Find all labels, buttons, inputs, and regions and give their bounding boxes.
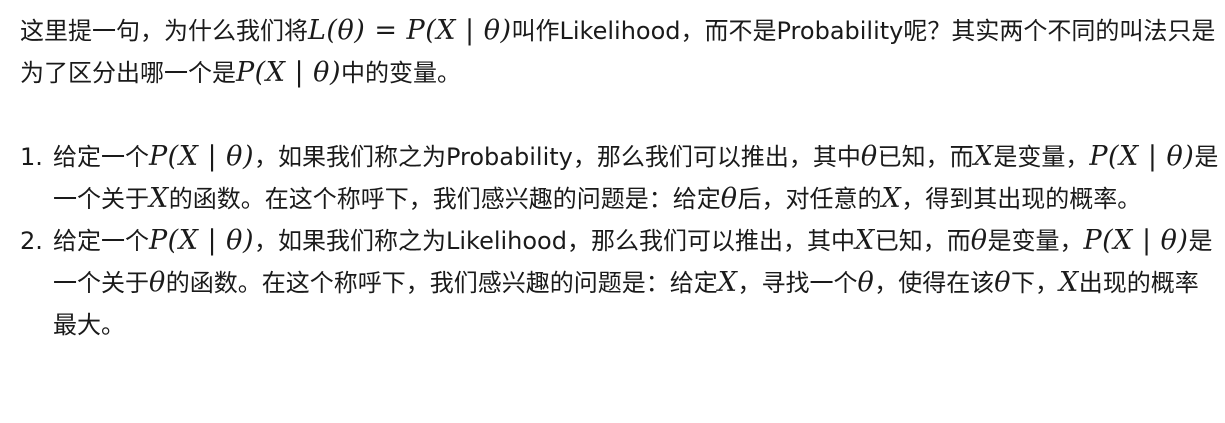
item-text: 已知，而 xyxy=(874,227,971,255)
math-theta: θ xyxy=(857,267,875,298)
list-item-probability: 1. 给定一个P(X | θ)，如果我们称之为Probability，那么我们可以… xyxy=(20,136,1220,220)
item-text: 后，对任意的 xyxy=(737,185,882,213)
item-text: 是变量， xyxy=(987,227,1084,255)
list-item-likelihood: 2. 给定一个P(X | θ)，如果我们称之为Likelihood，那么我们可以推… xyxy=(20,220,1220,346)
article-body: 这里提一句，为什么我们将L(θ) = P(X | θ)叫作Likelihood，… xyxy=(20,10,1220,346)
item-text: ，寻找一个 xyxy=(737,269,858,297)
intro-text-3: 中的变量。 xyxy=(340,59,461,87)
math-theta: θ xyxy=(994,267,1012,298)
intro-paragraph: 这里提一句，为什么我们将L(θ) = P(X | θ)叫作Likelihood，… xyxy=(20,10,1220,94)
math-x: X xyxy=(881,183,902,214)
item-text: 的函数。在这个称呼下，我们感兴趣的问题是：给定 xyxy=(168,185,721,213)
item-text: ，使得在该 xyxy=(874,269,995,297)
math-theta: θ xyxy=(860,141,878,172)
math-x: X xyxy=(717,267,738,298)
item-text: 已知，而 xyxy=(877,143,974,171)
item-text: 给定一个 xyxy=(53,227,149,255)
conditional-probability-expr: P(X | θ) xyxy=(236,57,341,88)
math-x: X xyxy=(854,225,875,256)
math-x: X xyxy=(1059,267,1079,298)
intro-text-1: 这里提一句，为什么我们将 xyxy=(20,17,308,45)
math-x: X xyxy=(149,183,169,214)
item-text: 下， xyxy=(1011,269,1060,297)
item-text: ，如果我们称之为Probability，那么我们可以推出，其中 xyxy=(253,143,861,171)
item-text: 是变量， xyxy=(993,143,1090,171)
math-theta: θ xyxy=(720,183,738,214)
item-text: ，得到其出现的概率。 xyxy=(901,185,1142,213)
math-expr: P(X | θ) xyxy=(1083,225,1189,256)
likelihood-equation: L(θ) = P(X | θ) xyxy=(308,15,512,46)
math-expr: P(X | θ) xyxy=(149,141,254,172)
math-theta: θ xyxy=(970,225,988,256)
math-expr: P(X | θ) xyxy=(1089,141,1195,172)
ordered-list: 1. 给定一个P(X | θ)，如果我们称之为Probability，那么我们可以… xyxy=(20,136,1220,346)
math-theta: θ xyxy=(149,267,166,298)
list-number: 2. xyxy=(20,227,43,255)
item-text: 的函数。在这个称呼下，我们感兴趣的问题是：给定 xyxy=(165,269,718,297)
math-x: X xyxy=(973,141,994,172)
item-text: 给定一个 xyxy=(53,143,149,171)
list-number: 1. xyxy=(20,143,43,171)
item-text: ，如果我们称之为Likelihood，那么我们可以推出，其中 xyxy=(253,227,855,255)
math-expr: P(X | θ) xyxy=(149,225,254,256)
